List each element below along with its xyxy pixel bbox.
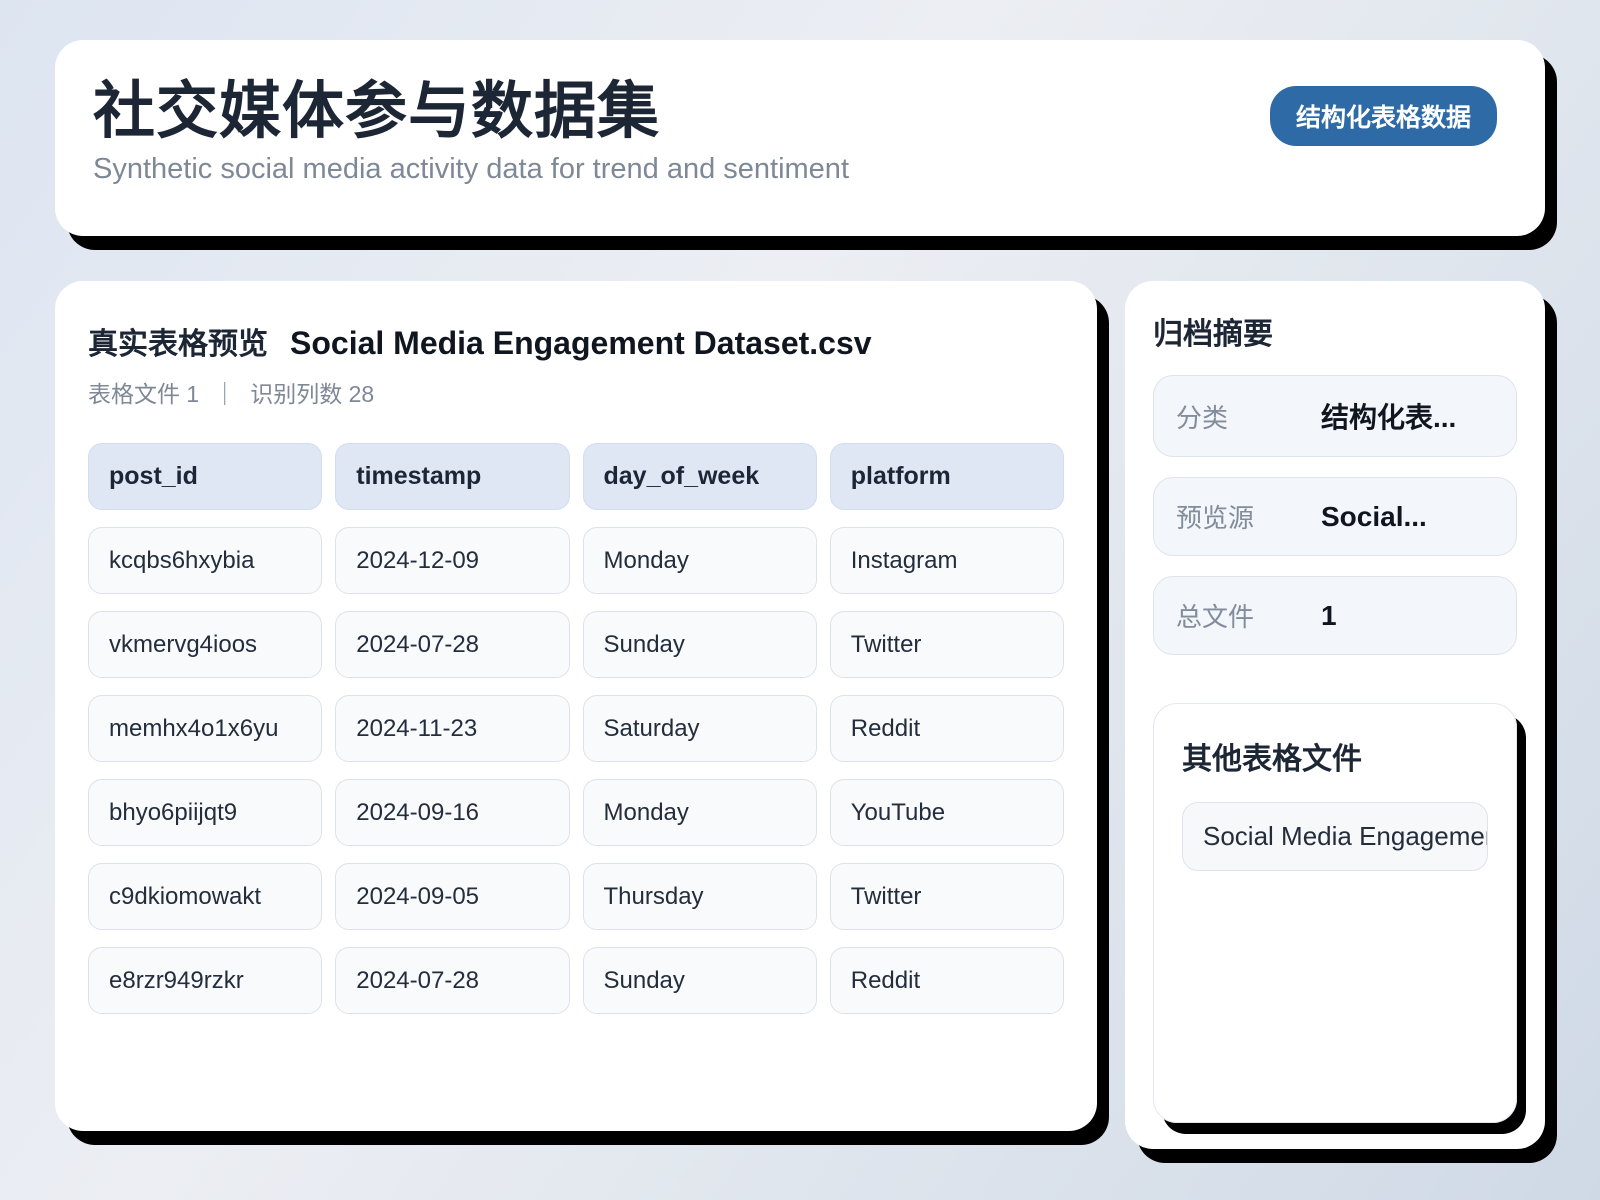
table-cell: Twitter — [829, 611, 1064, 678]
table-cell: bhyo6piijqt9 — [88, 779, 323, 846]
page-title: 社交媒体参与数据集 — [93, 77, 661, 146]
archive-summary-card: 归档摘要 分类 结构化表... 预览源 Social... 总文件 1 其他表格文件 So… — [1125, 281, 1545, 1149]
summary-kv-label: 分类 — [1176, 402, 1229, 433]
summary-kv-row: 预览源 Social... — [1153, 477, 1517, 556]
column-header: day_of_week — [582, 443, 817, 510]
other-files-card: 其他表格文件 Social Media Engagement — [1153, 703, 1517, 1123]
table-cell: Monday — [582, 527, 817, 594]
table-cell: 2024-09-16 — [335, 779, 570, 846]
meta-columns-count: 识别列数 28 — [250, 381, 375, 407]
column-header: timestamp — [335, 443, 570, 510]
column-header: platform — [829, 443, 1064, 510]
table-cell: Saturday — [582, 695, 817, 762]
table-cell: 2024-09-05 — [335, 863, 570, 930]
table-cell: c9dkiomowakt — [88, 863, 323, 930]
content-row: 真实表格预览 Social Media Engagement Dataset.c… — [55, 281, 1545, 1149]
summary-kv-value: Social... — [1321, 500, 1427, 532]
table-cell: Monday — [582, 779, 817, 846]
table-cell: Thursday — [582, 863, 817, 930]
table-cell: memhx4o1x6yu — [88, 695, 323, 762]
preview-title-row: 真实表格预览 Social Media Engagement Dataset.c… — [88, 319, 1064, 363]
page: 社交媒体参与数据集 Synthetic social media activit… — [0, 0, 1600, 1200]
table-cell: YouTube — [829, 779, 1064, 846]
summary-kv-list: 分类 结构化表... 预览源 Social... 总文件 1 — [1153, 375, 1517, 675]
table-cell: 2024-07-28 — [335, 947, 570, 1014]
summary-kv-row: 总文件 1 — [1153, 576, 1517, 655]
table-cell: Instagram — [829, 527, 1064, 594]
table-cell: Sunday — [582, 611, 817, 678]
table-cell: Reddit — [829, 695, 1064, 762]
preview-filename: Social Media Engagement Dataset.csv — [290, 325, 872, 361]
summary-kv-value: 1 — [1321, 599, 1337, 631]
table-cell: e8rzr949rzkr — [88, 947, 323, 1014]
other-files-list: Social Media Engagement — [1182, 802, 1488, 871]
archive-summary-title: 归档摘要 — [1153, 318, 1273, 351]
table-cell: kcqbs6hxybia — [88, 527, 323, 594]
table-cell: Sunday — [582, 947, 817, 1014]
table-preview-card: 真实表格预览 Social Media Engagement Dataset.c… — [55, 281, 1097, 1131]
table-cell: Twitter — [829, 863, 1064, 930]
column-header: post_id — [88, 443, 323, 510]
data-table: post_id timestamp day_of_week platform kcqbs… — [88, 443, 1064, 1014]
header-text-block: 社交媒体参与数据集 Synthetic social media activit… — [93, 76, 849, 186]
preview-meta: 表格文件 1 ｜ 识别列数 28 — [88, 375, 1064, 409]
summary-kv-value: 结构化表... — [1321, 402, 1457, 433]
preview-title: 真实表格预览 — [88, 328, 268, 361]
meta-files-count: 表格文件 1 — [88, 381, 200, 407]
table-cell: Reddit — [829, 947, 1064, 1014]
table-cell: 2024-11-23 — [335, 695, 570, 762]
summary-kv-label: 预览源 — [1176, 503, 1255, 533]
table-cell: 2024-07-28 — [335, 611, 570, 678]
summary-kv-label: 总文件 — [1176, 602, 1255, 632]
table-cell: vkmervg4ioos — [88, 611, 323, 678]
table-cell: 2024-12-09 — [335, 527, 570, 594]
other-file-item[interactable]: Social Media Engagement — [1182, 802, 1488, 871]
page-subtitle: Synthetic social media activity data for… — [93, 153, 849, 186]
other-files-title: 其他表格文件 — [1182, 743, 1362, 776]
header-card: 社交媒体参与数据集 Synthetic social media activit… — [55, 40, 1545, 236]
category-badge: 结构化表格数据 — [1269, 86, 1497, 146]
summary-kv-row: 分类 结构化表... — [1153, 375, 1517, 457]
meta-divider: ｜ — [213, 381, 237, 407]
